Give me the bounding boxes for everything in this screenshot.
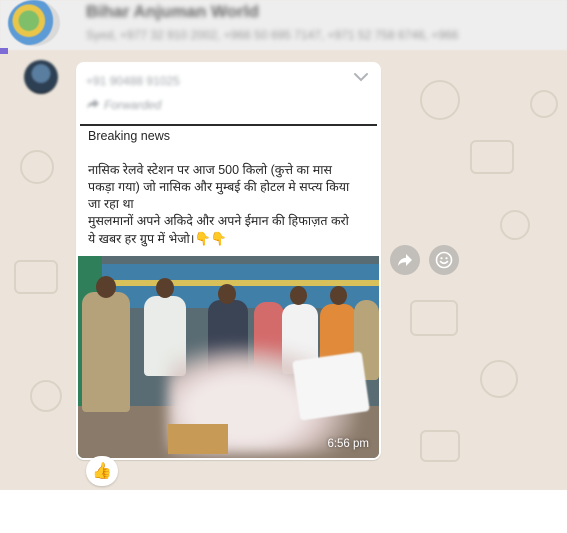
message-divider [80, 124, 377, 126]
forward-button[interactable] [390, 245, 420, 275]
group-title[interactable]: Bihar Anjuman World [86, 2, 259, 22]
photo-person-head [330, 286, 347, 305]
chat-header[interactable]: Bihar Anjuman World Syed, +977 32 910 20… [0, 0, 567, 50]
group-participants: Syed, +977 32 910 2002, +966 50 695 7147… [86, 28, 459, 42]
forwarded-text: Forwarded [104, 98, 162, 112]
forwarded-label: Forwarded [86, 98, 161, 112]
chevron-down-icon[interactable] [353, 70, 369, 84]
thumbs-up-reaction[interactable]: 👍 [86, 456, 118, 486]
message-line: Breaking news [88, 129, 170, 143]
message-photo[interactable]: 6:56 pm [78, 256, 379, 458]
photo-person-head [290, 286, 307, 305]
forwarded-arrow-icon [86, 98, 100, 110]
message-line [88, 145, 373, 162]
wallpaper-doodle [410, 300, 458, 336]
photo-person-head [96, 276, 116, 298]
wallpaper-doodle [480, 360, 518, 398]
wallpaper-doodle [14, 260, 58, 294]
smiley-icon [435, 251, 453, 269]
emoji-react-button[interactable] [429, 245, 459, 275]
forward-arrow-icon [398, 254, 412, 266]
wallpaper-doodle [530, 90, 558, 118]
message-bubble[interactable]: +91 90488 91025 Forwarded Breaking news … [76, 62, 381, 460]
header-accent [0, 48, 8, 54]
wallpaper-doodle [30, 380, 62, 412]
message-line: ये खबर हर ग्रुप में भेजो।👇👇 [88, 230, 373, 248]
photo-person-head [218, 284, 236, 304]
wallpaper-doodle [420, 80, 460, 120]
message-line: नासिक रेलवे स्टेशन पर आज 500 किलो (कुत्त… [88, 163, 332, 177]
message-text: Breaking news नासिक रेलवे स्टेशन पर आज 5… [88, 128, 373, 248]
wallpaper-doodle [500, 210, 530, 240]
message-time: 6:56 pm [327, 438, 369, 450]
message-line-text: ये खबर हर ग्रुप में भेजो। [88, 232, 195, 246]
wallpaper-doodle [420, 430, 460, 462]
group-avatar[interactable] [8, 0, 60, 46]
wallpaper-doodle [470, 140, 514, 174]
message-line: मुसलमानों अपने अकिदे और अपने ईमान की हिफ… [88, 214, 349, 228]
pointing-down-emoji: 👇👇 [194, 231, 227, 246]
message-line: पकड़ा गया) जो नासिक और मुम्बई की होटल मे… [88, 180, 350, 194]
sender-avatar[interactable] [24, 60, 58, 94]
photo-box [292, 351, 370, 421]
photo-crate [168, 424, 228, 454]
photo-person-head [156, 278, 174, 298]
photo-person [82, 292, 130, 412]
sender-phone[interactable]: +91 90488 91025 [86, 74, 180, 88]
message-line: जा रहा था [88, 197, 134, 211]
wallpaper-doodle [20, 150, 54, 184]
